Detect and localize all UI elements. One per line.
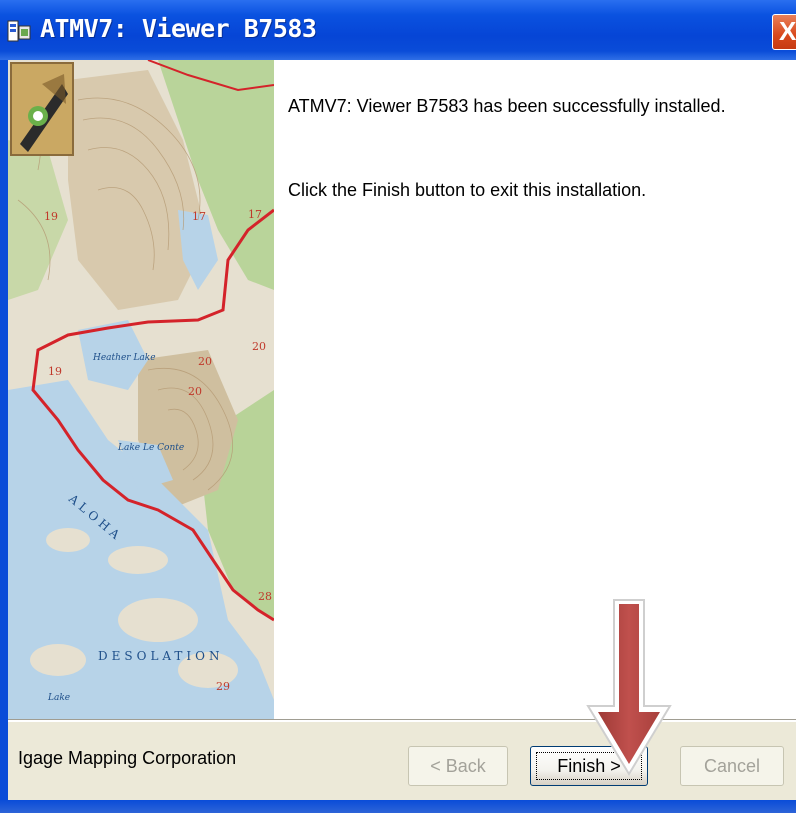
map-label: 20 xyxy=(252,340,266,353)
map-label: DESOLATION xyxy=(98,649,224,663)
map-label: 19 xyxy=(44,210,58,223)
company-label: Igage Mapping Corporation xyxy=(18,748,237,768)
map-label: 28 xyxy=(258,590,272,603)
topographic-map-image: 17 17 19 19 20 20 20 28 29 Heather Lake … xyxy=(8,60,274,720)
map-badge-image xyxy=(10,62,74,156)
map-label: 29 xyxy=(216,680,230,693)
title-bar[interactable]: ATMV7: Viewer B7583 X xyxy=(0,0,796,60)
back-button[interactable]: < Back xyxy=(408,746,508,786)
content-panel: ATMV7: Viewer B7583 has been successfull… xyxy=(274,60,796,720)
cancel-button-label: Cancel xyxy=(703,755,761,776)
finish-instruction: Click the Finish button to exit this ins… xyxy=(288,180,647,200)
map-label: Lake xyxy=(47,693,70,703)
cancel-button[interactable]: Cancel xyxy=(680,746,784,786)
map-label: 19 xyxy=(48,365,62,378)
button-bar: Igage Mapping Corporation < Back Finish … xyxy=(8,722,796,800)
map-label: 20 xyxy=(188,385,202,398)
window-title: ATMV7: Viewer B7583 xyxy=(40,14,317,43)
map-label: Lake Le Conte xyxy=(117,443,184,453)
window-frame-left xyxy=(0,60,8,800)
map-label: 20 xyxy=(198,355,212,368)
back-button-label: < Back xyxy=(430,755,486,776)
arrow-icon xyxy=(586,598,676,778)
close-button[interactable]: X xyxy=(772,14,796,50)
map-label: 17 xyxy=(248,208,262,221)
close-icon: X xyxy=(779,16,796,46)
map-label: Heather Lake xyxy=(92,353,156,363)
installed-message: ATMV7: Viewer B7583 has been successfull… xyxy=(288,96,726,116)
installer-icon xyxy=(6,18,32,44)
map-label: 17 xyxy=(192,210,206,223)
window-frame-bottom xyxy=(0,800,796,813)
